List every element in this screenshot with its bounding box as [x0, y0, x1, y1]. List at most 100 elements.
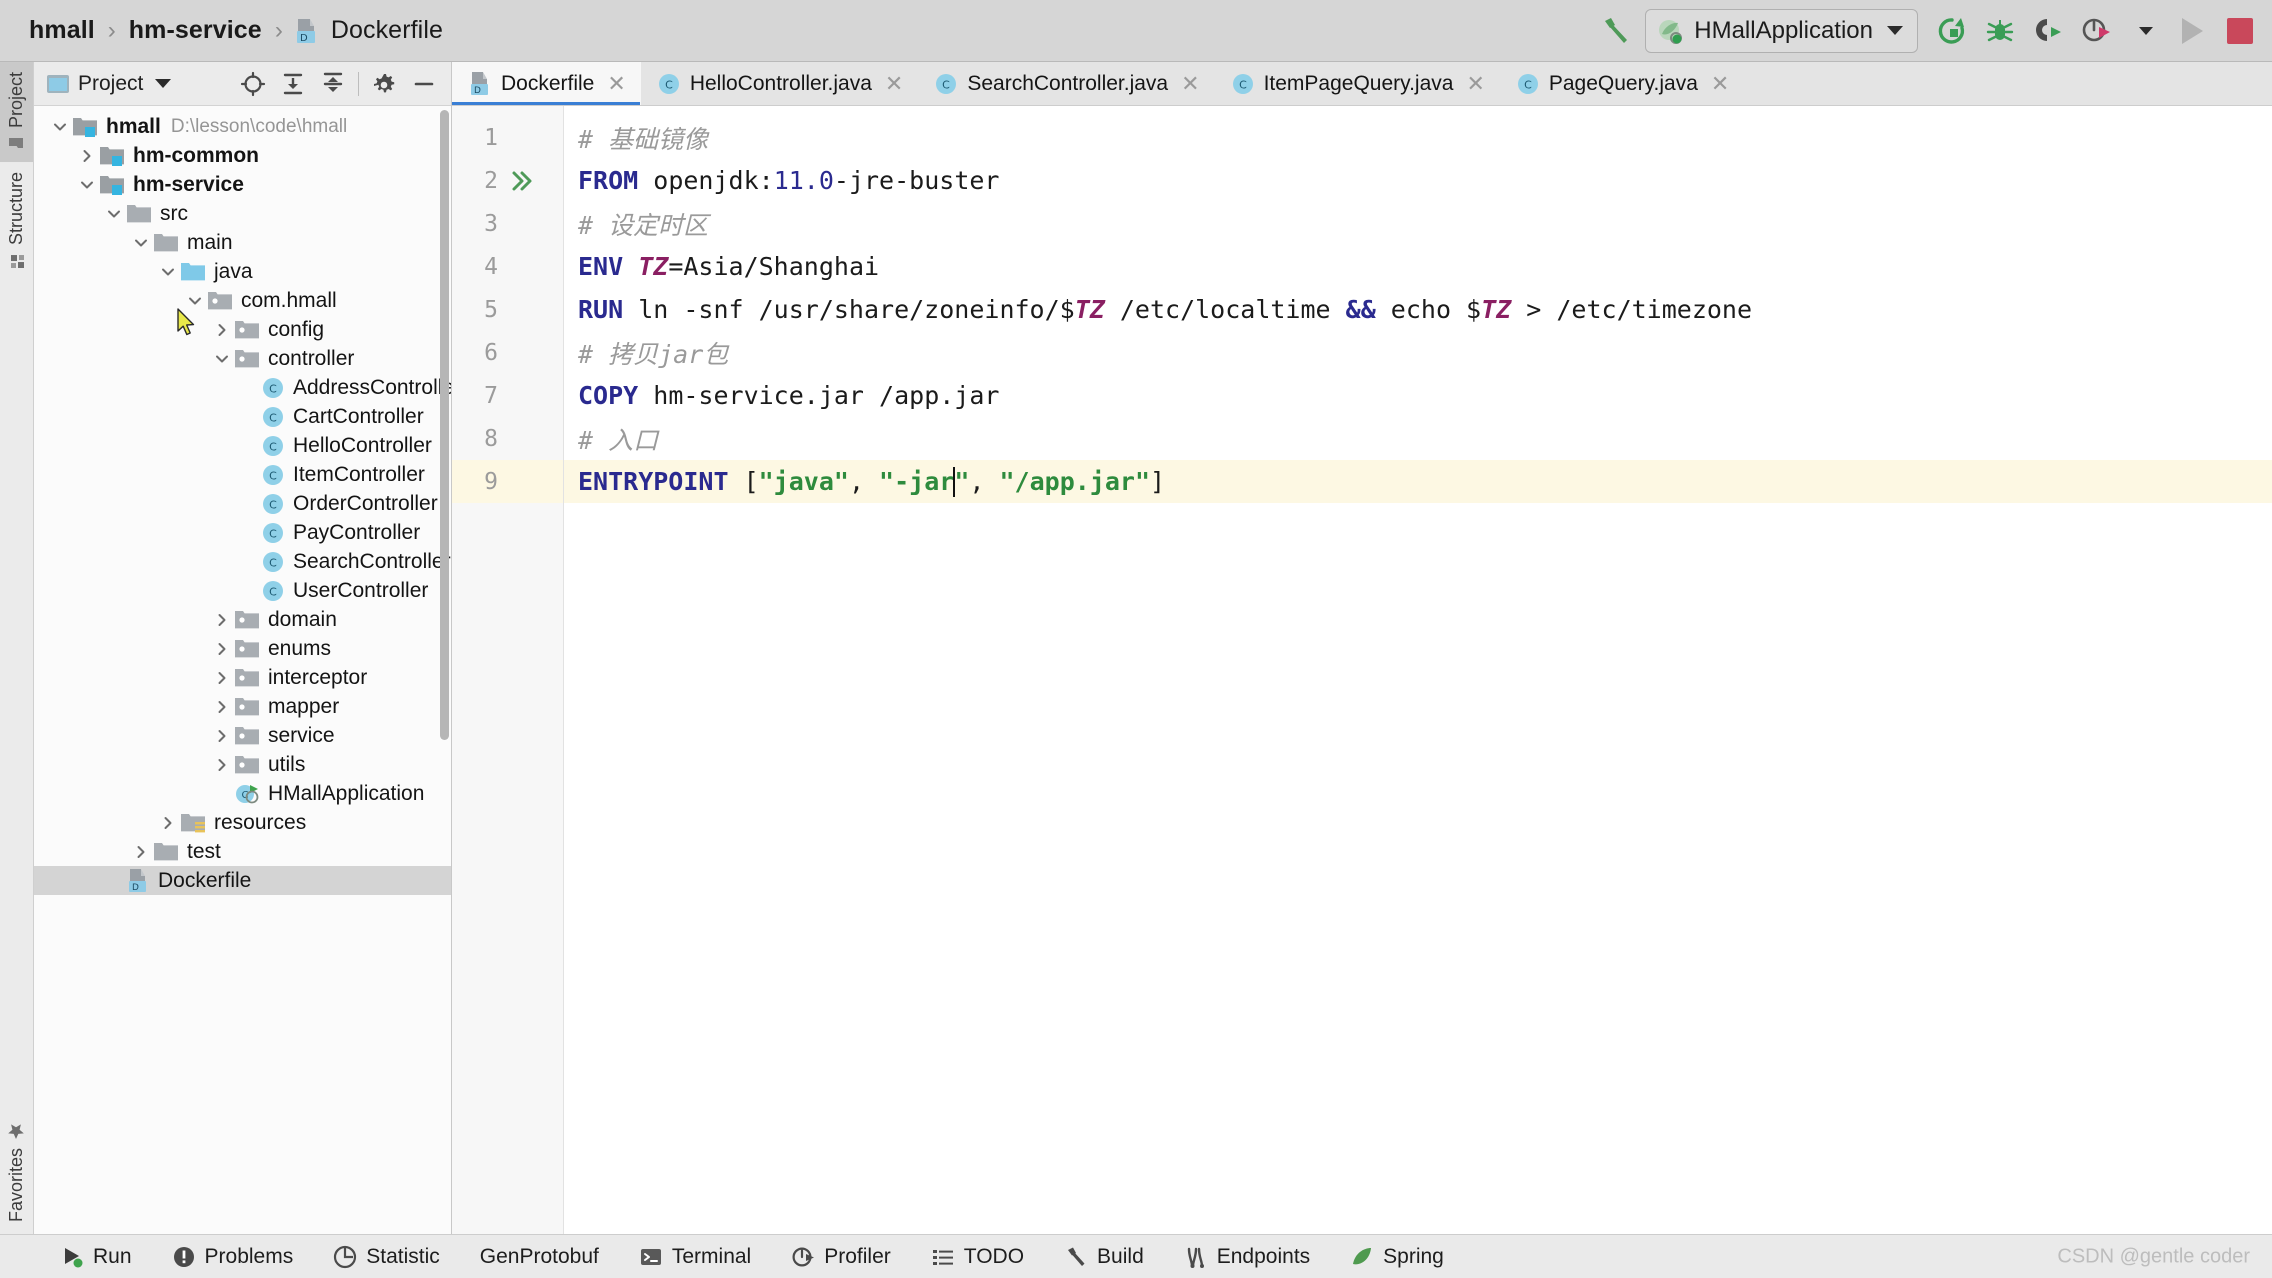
close-icon[interactable]: ✕ — [1181, 72, 1199, 95]
chevron-down-icon[interactable] — [129, 234, 153, 252]
chevron-right-icon[interactable] — [156, 814, 180, 832]
code-line[interactable]: COPY hm-service.jar /app.jar — [564, 374, 2272, 417]
code-line[interactable]: FROM openjdk: 11.0 -jre-buster — [564, 159, 2272, 202]
chevron-down-icon[interactable] — [210, 350, 234, 368]
debug-icon[interactable] — [1976, 8, 2024, 54]
tree-node-selected[interactable]: D Dockerfile — [34, 866, 451, 895]
gutter-line[interactable]: 2 — [452, 159, 563, 202]
stop-icon[interactable] — [2216, 8, 2264, 54]
chevron-down-icon[interactable] — [2120, 8, 2168, 54]
status-bar-item-run[interactable]: Run — [40, 1235, 152, 1278]
run-with-coverage-icon[interactable] — [2024, 8, 2072, 54]
chevron-right-icon[interactable] — [210, 727, 234, 745]
sidebar-item-structure[interactable]: Structure — [6, 162, 27, 280]
code-line[interactable]: ENV TZ =Asia/Shanghai — [564, 245, 2272, 288]
tree-node[interactable]: mapper — [34, 692, 451, 721]
collapse-all-icon[interactable] — [314, 66, 352, 102]
editor-tab[interactable]: C PageQuery.java ✕ — [1500, 62, 1744, 105]
run-icon[interactable] — [2168, 8, 2216, 54]
editor-tab[interactable]: C SearchController.java ✕ — [918, 62, 1214, 105]
chevron-right-icon[interactable] — [210, 698, 234, 716]
gutter-line[interactable]: 3 — [452, 202, 563, 245]
status-bar-item-terminal[interactable]: Terminal — [619, 1235, 771, 1278]
chevron-down-icon[interactable] — [155, 79, 172, 88]
chevron-right-icon[interactable] — [210, 669, 234, 687]
status-bar-item-build[interactable]: Build — [1044, 1235, 1164, 1278]
tree-node[interactable]: C PayController — [34, 518, 451, 547]
code-line[interactable]: # 拷贝jar包 — [564, 331, 2272, 374]
hammer-icon[interactable] — [1591, 8, 1639, 54]
chevron-down-icon[interactable] — [102, 205, 126, 223]
tree-node[interactable]: hm-service — [34, 170, 451, 199]
gutter-line[interactable]: 6 — [452, 331, 563, 374]
tree-node[interactable]: C OrderController — [34, 489, 451, 518]
tree-node[interactable]: C HMallApplication — [34, 779, 451, 808]
chevron-right-icon[interactable] — [129, 843, 153, 861]
tree-node[interactable]: domain — [34, 605, 451, 634]
tree-node[interactable]: interceptor — [34, 663, 451, 692]
locate-file-icon[interactable] — [234, 66, 272, 102]
breadcrumb-project[interactable]: hmall — [26, 16, 98, 45]
chevron-down-icon[interactable] — [156, 263, 180, 281]
editor-gutter[interactable]: 1 2 3 4 5 6 7 8 9 — [452, 106, 564, 1234]
status-bar-item-spring[interactable]: Spring — [1330, 1235, 1464, 1278]
status-bar-item-todo[interactable]: TODO — [911, 1235, 1044, 1278]
editor-tab[interactable]: C HelloController.java ✕ — [641, 62, 919, 105]
profiler-run-icon[interactable] — [2072, 8, 2120, 54]
chevron-down-icon[interactable] — [75, 176, 99, 194]
editor-tabbar[interactable]: D Dockerfile ✕ C HelloController.java ✕ C Searc… — [452, 62, 2272, 106]
tree-node[interactable]: src — [34, 199, 451, 228]
gutter-line[interactable]: 5 — [452, 288, 563, 331]
tree-node[interactable]: hm-common — [34, 141, 451, 170]
chevron-down-icon[interactable] — [183, 292, 207, 310]
run-double-arrow-icon[interactable] — [510, 169, 534, 193]
hide-panel-icon[interactable] — [405, 66, 443, 102]
tree-node[interactable]: C UserController — [34, 576, 451, 605]
close-icon[interactable]: ✕ — [607, 72, 625, 95]
tree-node[interactable]: C HelloController — [34, 431, 451, 460]
gutter-line[interactable]: 8 — [452, 417, 563, 460]
chevron-right-icon[interactable] — [210, 321, 234, 339]
tree-node[interactable]: C ItemController — [34, 460, 451, 489]
status-bar-item-genprotobuf[interactable]: GenProtobuf — [460, 1235, 619, 1278]
tree-node[interactable]: C SearchController — [34, 547, 451, 576]
expand-all-icon[interactable] — [274, 66, 312, 102]
gutter-line[interactable]: 7 — [452, 374, 563, 417]
tree-node[interactable]: com.hmall — [34, 286, 451, 315]
gutter-line[interactable]: 1 — [452, 116, 563, 159]
chevron-right-icon[interactable] — [75, 147, 99, 165]
code-line[interactable]: # 基础镜像 — [564, 116, 2272, 159]
tree-node[interactable]: utils — [34, 750, 451, 779]
code-line[interactable]: # 设定时区 — [564, 202, 2272, 245]
tree-node[interactable]: java — [34, 257, 451, 286]
code-line[interactable]: # 入口 — [564, 417, 2272, 460]
tree-node[interactable]: enums — [34, 634, 451, 663]
settings-gear-icon[interactable] — [365, 66, 403, 102]
tree-node[interactable]: hmall D:\lesson\code\hmall — [34, 112, 451, 141]
code-line[interactable]: ENTRYPOINT ["java", "-jar ", "/app.jar"] — [564, 460, 2272, 503]
chevron-down-icon[interactable] — [48, 118, 72, 136]
sidebar-item-project[interactable]: Project — [0, 62, 33, 163]
close-icon[interactable]: ✕ — [1466, 72, 1484, 95]
close-icon[interactable]: ✕ — [885, 72, 903, 95]
status-bar-item-endpoints[interactable]: Endpoints — [1164, 1235, 1330, 1278]
tree-node[interactable]: C CartController — [34, 402, 451, 431]
code-line[interactable]: RUN ln -snf /usr/share/zoneinfo/$ TZ /etc… — [564, 288, 2272, 331]
close-icon[interactable]: ✕ — [1711, 72, 1729, 95]
tree-node[interactable]: controller — [34, 344, 451, 373]
status-bar-item-profiler[interactable]: Profiler — [771, 1235, 911, 1278]
status-bar-item-problems[interactable]: Problems — [152, 1235, 314, 1278]
code-content[interactable]: # 基础镜像 FROM openjdk: 11.0 -jre-buster # 设定时区… — [564, 106, 2272, 1234]
breadcrumb-file[interactable]: D Dockerfile — [293, 16, 446, 45]
gutter-line[interactable]: 4 — [452, 245, 563, 288]
breadcrumb-module[interactable]: hm-service — [126, 16, 265, 45]
sidebar-item-favorites[interactable]: Favorites — [6, 1112, 27, 1234]
editor-tab[interactable]: C ItemPageQuery.java ✕ — [1215, 62, 1500, 105]
tree-node[interactable]: config — [34, 315, 451, 344]
tree-node[interactable]: service — [34, 721, 451, 750]
chevron-right-icon[interactable] — [210, 756, 234, 774]
project-tree-scrollbar[interactable] — [440, 110, 449, 740]
chevron-right-icon[interactable] — [210, 640, 234, 658]
tree-node[interactable]: resources — [34, 808, 451, 837]
chevron-right-icon[interactable] — [210, 611, 234, 629]
